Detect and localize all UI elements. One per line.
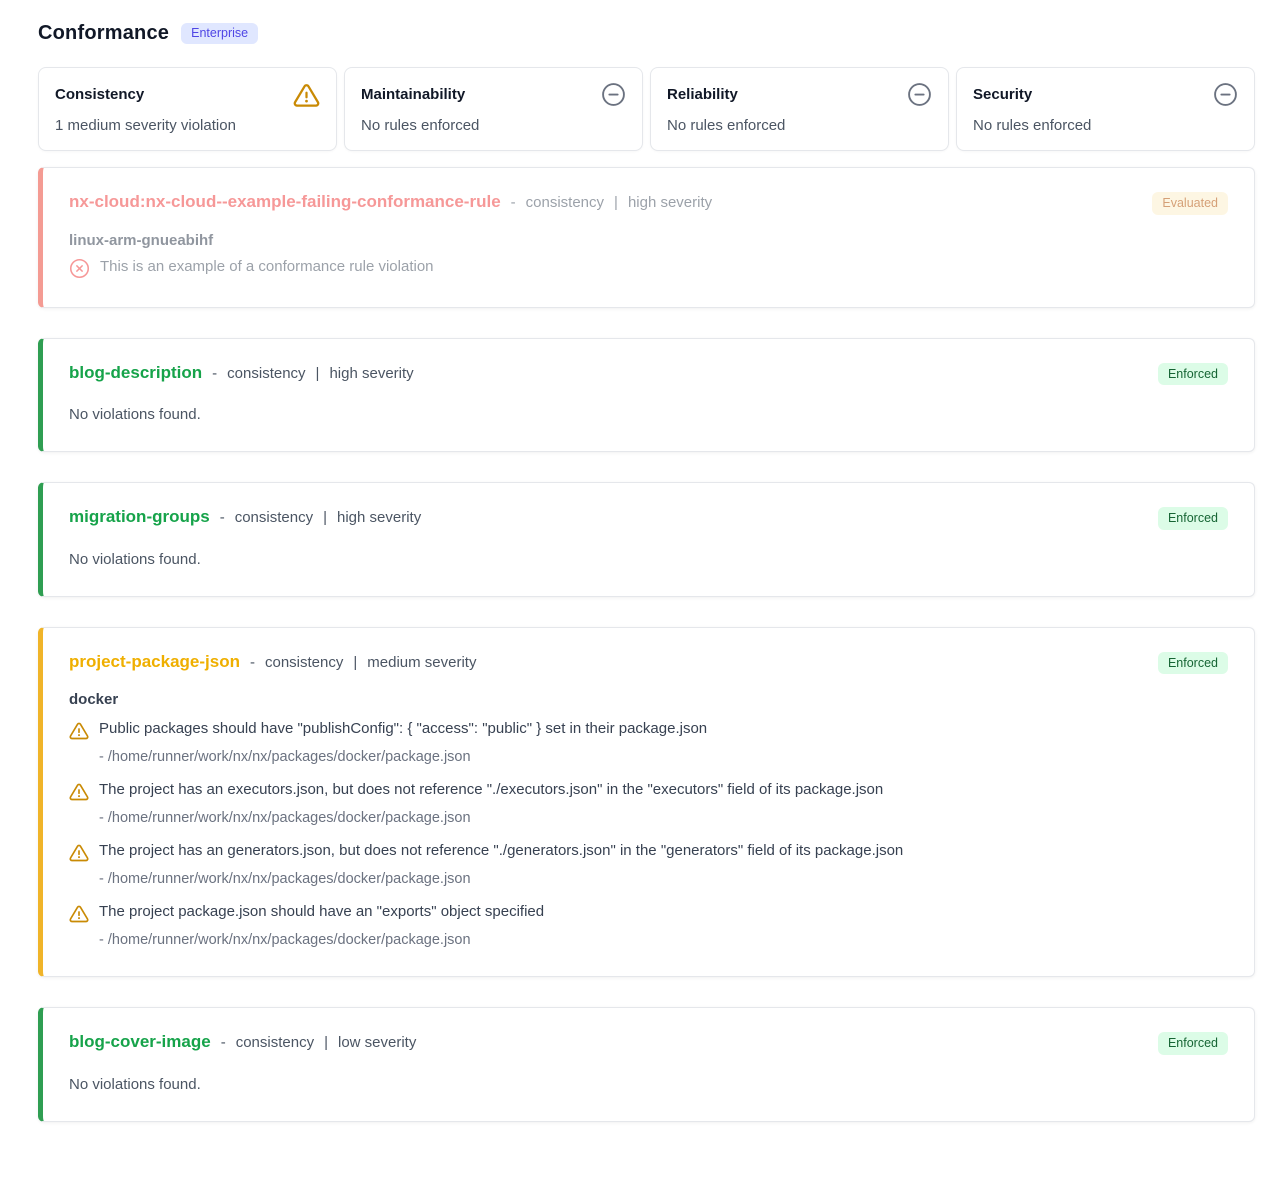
violation-message: This is an example of a conformance rule… (100, 258, 434, 275)
page-title: Conformance (38, 22, 169, 45)
meta-dash: - (250, 654, 255, 671)
rule-card-blog-cover-image: blog-cover-image - consistency | low sev… (38, 1007, 1255, 1122)
warning-triangle-icon (293, 82, 320, 109)
warning-triangle-icon (69, 904, 89, 924)
page-header: Conformance Enterprise (38, 22, 1255, 45)
summary-card-security: Security No rules enforced (956, 67, 1255, 151)
rule-severity: medium severity (367, 654, 476, 671)
rule-severity: high severity (329, 365, 413, 382)
summary-card-title: Security (973, 82, 1032, 103)
minus-circle-icon (907, 82, 932, 107)
violation-message: Public packages should have "publishConf… (99, 720, 707, 737)
rule-name-link[interactable]: project-package-json (69, 652, 240, 672)
summary-card-status: 1 medium severity violation (55, 117, 320, 134)
rule-severity: low severity (338, 1034, 416, 1051)
rule-card-migration-groups: migration-groups - consistency | high se… (38, 482, 1255, 597)
rule-card-blog-description: blog-description - consistency | high se… (38, 338, 1255, 453)
violation-item: The project has an executors.json, but d… (69, 781, 1228, 826)
meta-pipe: | (316, 365, 320, 382)
violation-item: Public packages should have "publishConf… (69, 720, 1228, 765)
rule-category: consistency (227, 365, 305, 382)
meta-pipe: | (323, 509, 327, 526)
summary-card-status: No rules enforced (361, 117, 626, 134)
warning-triangle-icon (69, 721, 89, 741)
enforced-badge: Enforced (1158, 652, 1228, 675)
meta-dash: - (221, 1034, 226, 1051)
violation-message: The project package.json should have an … (99, 903, 544, 920)
violation-item: The project has an generators.json, but … (69, 842, 1228, 887)
summary-card-status: No rules enforced (973, 117, 1238, 134)
violation-item: The project package.json should have an … (69, 903, 1228, 948)
summary-card-status: No rules enforced (667, 117, 932, 134)
rule-category: consistency (236, 1034, 314, 1051)
no-violations-text: No violations found. (69, 551, 1228, 568)
project-name: docker (69, 691, 1228, 708)
summary-card-title: Maintainability (361, 82, 465, 103)
violation-path: - /home/runner/work/nx/nx/packages/docke… (99, 871, 1228, 887)
summary-card-reliability: Reliability No rules enforced (650, 67, 949, 151)
x-circle-icon (69, 258, 90, 279)
no-violations-text: No violations found. (69, 406, 1228, 423)
summary-card-row: Consistency 1 medium severity violation … (38, 67, 1255, 151)
violation-message: The project has an generators.json, but … (99, 842, 903, 859)
summary-card-title: Reliability (667, 82, 738, 103)
rule-name-link[interactable]: nx-cloud:nx-cloud--example-failing-confo… (69, 192, 501, 212)
minus-circle-icon (1213, 82, 1238, 107)
rule-card-project-package-json: project-package-json - consistency | med… (38, 627, 1255, 978)
rule-category: consistency (235, 509, 313, 526)
rule-category: consistency (526, 194, 604, 211)
rule-name-link[interactable]: blog-description (69, 363, 202, 383)
rule-severity: high severity (337, 509, 421, 526)
meta-dash: - (220, 509, 225, 526)
meta-pipe: | (614, 194, 618, 211)
rule-name-link[interactable]: migration-groups (69, 507, 210, 527)
meta-pipe: | (353, 654, 357, 671)
evaluated-badge: Evaluated (1152, 192, 1228, 215)
warning-triangle-icon (69, 843, 89, 863)
meta-dash: - (212, 365, 217, 382)
violation-message: The project has an executors.json, but d… (99, 781, 883, 798)
enterprise-badge: Enterprise (181, 23, 258, 44)
violation-list: Public packages should have "publishConf… (69, 720, 1228, 948)
violation-path: - /home/runner/work/nx/nx/packages/docke… (99, 932, 1228, 948)
warning-triangle-icon (69, 782, 89, 802)
minus-circle-icon (601, 82, 626, 107)
rule-card-example-failing-conformance-rule: nx-cloud:nx-cloud--example-failing-confo… (38, 167, 1255, 308)
conformance-page: Conformance Enterprise Consistency 1 med… (0, 0, 1287, 1192)
violation-path: - /home/runner/work/nx/nx/packages/docke… (99, 810, 1228, 826)
rule-severity: high severity (628, 194, 712, 211)
rule-name-link[interactable]: blog-cover-image (69, 1032, 211, 1052)
summary-card-consistency: Consistency 1 medium severity violation (38, 67, 337, 151)
enforced-badge: Enforced (1158, 507, 1228, 530)
rule-category: consistency (265, 654, 343, 671)
meta-pipe: | (324, 1034, 328, 1051)
summary-card-maintainability: Maintainability No rules enforced (344, 67, 643, 151)
no-violations-text: No violations found. (69, 1076, 1228, 1093)
enforced-badge: Enforced (1158, 1032, 1228, 1055)
enforced-badge: Enforced (1158, 363, 1228, 386)
summary-card-title: Consistency (55, 82, 144, 103)
violation-path: - /home/runner/work/nx/nx/packages/docke… (99, 749, 1228, 765)
meta-dash: - (511, 194, 516, 211)
project-name: linux-arm-gnueabihf (69, 232, 1228, 249)
